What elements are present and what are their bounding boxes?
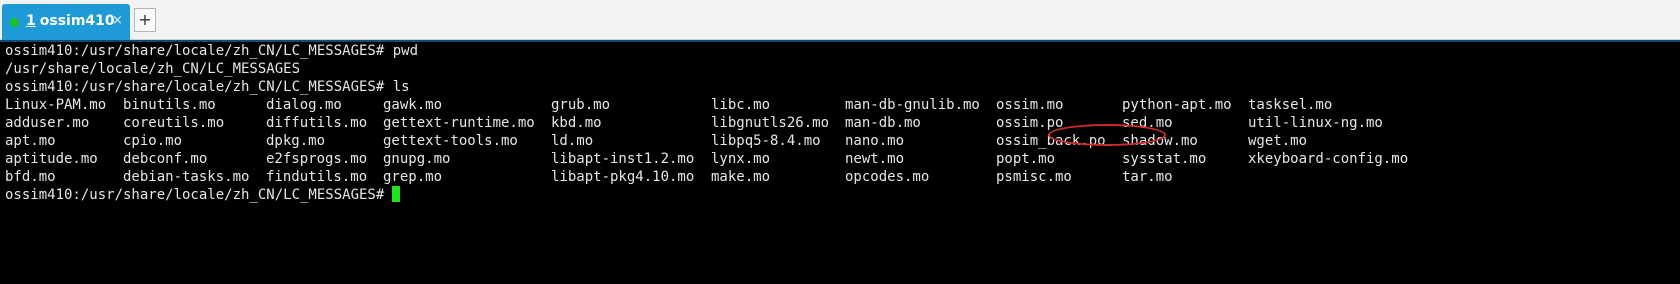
ls-entry: dpkg.mo: [266, 133, 326, 149]
close-tab-icon[interactable]: ×: [112, 13, 123, 28]
ls-entry: findutils.mo: [266, 169, 368, 185]
ls-entry: man-db-gnulib.mo: [845, 97, 980, 113]
ls-row: Linux-PAM.mo binutils.mo dialog.mo gawk.mo g…: [0, 96, 1680, 114]
ls-entry: libpq5-8.4.mo: [711, 133, 821, 149]
ls-entry: grep.mo: [383, 169, 443, 185]
ls-entry: psmisc.mo: [996, 169, 1072, 185]
terminal-line: ossim410:/usr/share/locale/zh_CN/LC_MESS…: [5, 79, 410, 95]
ls-entry: tar.mo: [1122, 169, 1173, 185]
ls-entry: libapt-pkg4.10.mo: [551, 169, 695, 185]
ls-entry: xkeyboard-config.mo: [1248, 151, 1409, 167]
ls-entry: popt.mo: [996, 151, 1056, 167]
ls-entry: python-apt.mo: [1122, 97, 1232, 113]
ls-entry: libc.mo: [711, 97, 771, 113]
ls-entry: newt.mo: [845, 151, 905, 167]
tab-bar: 1 ossim410 × +: [0, 0, 1680, 40]
terminal-line: /usr/share/locale/zh_CN/LC_MESSAGES: [5, 61, 301, 77]
ls-entry: ossim.mo: [996, 97, 1064, 113]
tab-label: 1 ossim410: [26, 13, 115, 29]
ls-row: aptitude.mo debconf.mo e2fsprogs.mo gnupg.m…: [0, 150, 1680, 168]
ls-row: bfd.mo debian-tasks.mo findutils.mo grep.mo…: [0, 168, 1680, 186]
prompt-line[interactable]: ossim410:/usr/share/locale/zh_CN/LC_MESS…: [5, 186, 401, 204]
ls-entry: kbd.mo: [551, 115, 602, 131]
ls-entry: Linux-PAM.mo: [5, 97, 107, 113]
ls-entry: aptitude.mo: [5, 151, 98, 167]
ls-entry: e2fsprogs.mo: [266, 151, 368, 167]
ls-entry: gettext-runtime.mo: [383, 115, 535, 131]
tab-number: 1: [26, 13, 36, 29]
ls-entry: diffutils.mo: [266, 115, 368, 131]
ls-entry: util-linux-ng.mo: [1248, 115, 1383, 131]
tab-title: ossim410: [39, 13, 115, 29]
ls-entry: binutils.mo: [123, 97, 216, 113]
tab-ossim410[interactable]: 1 ossim410 ×: [2, 4, 130, 40]
ls-entry: libgnutls26.mo: [711, 115, 830, 131]
ls-entry: coreutils.mo: [123, 115, 225, 131]
new-tab-button[interactable]: +: [134, 8, 156, 32]
ls-entry: gawk.mo: [383, 97, 443, 113]
ls-entry: ld.mo: [551, 133, 594, 149]
terminal-line: ossim410:/usr/share/locale/zh_CN/LC_MESS…: [5, 43, 419, 59]
ls-entry: adduser.mo: [5, 115, 90, 131]
ls-row: apt.mo cpio.mo dpkg.mo gettext-tools.mo ld.m…: [0, 132, 1680, 150]
connection-status-icon: [10, 18, 19, 27]
ls-entry: opcodes.mo: [845, 169, 930, 185]
terminal-output[interactable]: ossim410:/usr/share/locale/zh_CN/LC_MESS…: [0, 40, 1680, 284]
ls-entry: nano.mo: [845, 133, 905, 149]
text-cursor: [392, 186, 401, 202]
ls-entry: cpio.mo: [123, 133, 183, 149]
ls-row: adduser.mo coreutils.mo diffutils.mo gettex…: [0, 114, 1680, 132]
ls-entry: bfd.mo: [5, 169, 56, 185]
ls-entry: grub.mo: [551, 97, 611, 113]
ls-entry: sysstat.mo: [1122, 151, 1207, 167]
shell-prompt: ossim410:/usr/share/locale/zh_CN/LC_MESS…: [5, 187, 385, 203]
ls-entry: libapt-inst1.2.mo: [551, 151, 695, 167]
ls-entry: make.mo: [711, 169, 771, 185]
ls-entry: lynx.mo: [711, 151, 771, 167]
highlight-annotation: [1048, 124, 1166, 146]
ls-entry: apt.mo: [5, 133, 56, 149]
ls-entry: dialog.mo: [266, 97, 342, 113]
ls-entry: gnupg.mo: [383, 151, 451, 167]
ls-entry: tasksel.mo: [1248, 97, 1333, 113]
ls-entry: man-db.mo: [845, 115, 921, 131]
ls-entry: wget.mo: [1248, 133, 1308, 149]
ls-entry: debian-tasks.mo: [123, 169, 250, 185]
ls-entry: gettext-tools.mo: [383, 133, 518, 149]
ls-entry: debconf.mo: [123, 151, 208, 167]
